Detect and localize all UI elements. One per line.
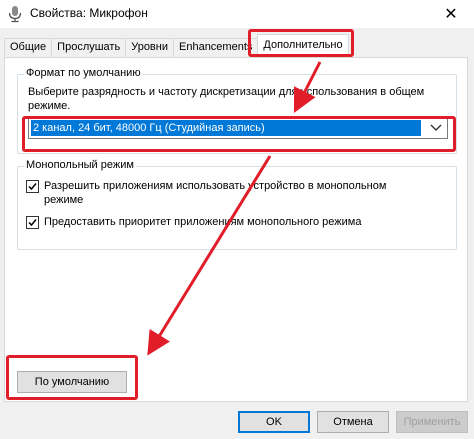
sample-rate-select[interactable]: 2 канал, 24 бит, 48000 Гц (Студийная зап…: [28, 117, 448, 139]
ok-button[interactable]: OK: [238, 411, 310, 433]
close-icon: ✕: [444, 6, 458, 23]
chevron-down-icon: [429, 122, 443, 134]
microphone-icon: [6, 5, 24, 23]
window-title: Свойства: Микрофон: [30, 6, 148, 20]
cancel-button[interactable]: Отмена: [317, 411, 389, 433]
exclusive-mode-group: Монопольный режим Разрешить приложениям …: [17, 159, 457, 250]
checkmark-icon: [28, 219, 37, 227]
checkmark-icon: [28, 183, 37, 191]
exclusive-priority-label: Предоставить приоритет приложениям моноп…: [44, 216, 362, 228]
apply-button[interactable]: Применить: [396, 411, 468, 433]
tab-levels[interactable]: Уровни: [125, 38, 174, 58]
advanced-tab-panel: Формат по умолчанию Выберите разрядность…: [4, 57, 468, 402]
tab-general[interactable]: Общие: [4, 38, 53, 58]
exclusive-mode-title: Монопольный режим: [24, 159, 136, 171]
exclusive-priority-row: Предоставить приоритет приложениям моноп…: [26, 215, 404, 229]
allow-exclusive-row: Разрешить приложениям использовать устро…: [26, 179, 404, 207]
close-button[interactable]: ✕: [428, 0, 474, 28]
tab-enhancements[interactable]: Enhancements: [173, 38, 259, 58]
tab-advanced[interactable]: Дополнительно: [257, 34, 349, 58]
title-bar: Свойства: Микрофон ✕: [0, 0, 474, 28]
default-format-description: Выберите разрядность и частоту дискретиз…: [28, 86, 425, 112]
tab-strip: Общие Прослушать Уровни Enhancements Доп…: [4, 34, 349, 58]
exclusive-priority-checkbox[interactable]: [26, 216, 39, 229]
allow-exclusive-label: Разрешить приложениям использовать устро…: [44, 180, 387, 206]
allow-exclusive-checkbox[interactable]: [26, 180, 39, 193]
tab-listen[interactable]: Прослушать: [51, 38, 127, 58]
restore-default-button[interactable]: По умолчанию: [17, 371, 127, 393]
default-format-group: Формат по умолчанию Выберите разрядность…: [17, 67, 457, 154]
sample-rate-value: 2 канал, 24 бит, 48000 Гц (Студийная зап…: [31, 120, 421, 136]
default-format-title: Формат по умолчанию: [24, 67, 143, 79]
properties-dialog: Общие Прослушать Уровни Enhancements Доп…: [0, 28, 474, 439]
